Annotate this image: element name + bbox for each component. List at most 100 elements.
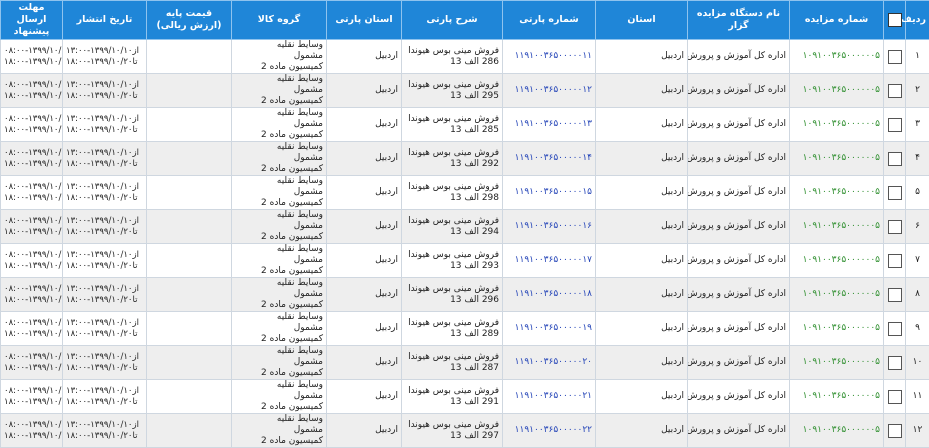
row-checkbox[interactable] (887, 253, 902, 268)
province: اردبیل (595, 209, 688, 244)
col-header-org[interactable]: نام دستگاه مزایده گزار (687, 0, 790, 40)
table-row[interactable]: ۳ ۱۰۹۱۰۰۳۶۵۰۰۰۰۰۰۵ اداره کل آموزش و پرور… (0, 107, 929, 142)
party-number[interactable]: ۱۱۹۱۰۰۳۶۵۰۰۰۰۰۱۷ (502, 243, 596, 278)
col-header-row-no[interactable]: ردیف (901, 0, 929, 40)
deadline-from: از۱۳۹۹/۱۰/۱۹-۰۸:۰۰ (4, 147, 62, 158)
deadline: از۱۳۹۹/۱۰/۱۹-۰۸:۰۰تا۱۳۹۹/۱۰/۲۰-۱۸:۰۰ (0, 141, 63, 176)
col-header-auction-no[interactable]: شماره مزایده (789, 0, 884, 40)
row-select-cell[interactable] (883, 345, 906, 380)
org-name: اداره کل آموزش و پرورش (687, 175, 790, 210)
row-number: ۱۱ (905, 379, 929, 414)
auction-number[interactable]: ۱۰۹۱۰۰۳۶۵۰۰۰۰۰۰۵ (789, 277, 884, 312)
table-row[interactable]: ۷ ۱۰۹۱۰۰۳۶۵۰۰۰۰۰۰۵ اداره کل آموزش و پرور… (0, 243, 929, 278)
auction-number[interactable]: ۱۰۹۱۰۰۳۶۵۰۰۰۰۰۰۵ (789, 141, 884, 176)
base-price (146, 243, 232, 278)
party-desc-line1: فروش مینی بوس هیوندا (408, 181, 499, 192)
row-checkbox[interactable] (887, 321, 902, 336)
select-all-checkbox[interactable] (887, 13, 902, 27)
party-number[interactable]: ۱۱۹۱۰۰۳۶۵۰۰۰۰۰۱۶ (502, 209, 596, 244)
row-select-cell[interactable] (883, 39, 906, 74)
row-checkbox[interactable] (887, 117, 902, 132)
party-number[interactable]: ۱۱۹۱۰۰۳۶۵۰۰۰۰۰۲۲ (502, 413, 596, 448)
auction-number[interactable]: ۱۰۹۱۰۰۳۶۵۰۰۰۰۰۰۵ (789, 39, 884, 74)
col-header-publish-date[interactable]: تاریخ انتشار (62, 0, 147, 40)
party-number[interactable]: ۱۱۹۱۰۰۳۶۵۰۰۰۰۰۱۴ (502, 141, 596, 176)
row-checkbox[interactable] (887, 355, 902, 370)
row-select-cell[interactable] (883, 277, 906, 312)
deadline: از۱۳۹۹/۱۰/۱۹-۰۸:۰۰تا۱۳۹۹/۱۰/۲۰-۱۸:۰۰ (0, 209, 63, 244)
auction-number[interactable]: ۱۰۹۱۰۰۳۶۵۰۰۰۰۰۰۵ (789, 413, 884, 448)
party-number[interactable]: ۱۱۹۱۰۰۳۶۵۰۰۰۰۰۱۹ (502, 311, 596, 346)
auction-number[interactable]: ۱۰۹۱۰۰۳۶۵۰۰۰۰۰۰۵ (789, 107, 884, 142)
table-row[interactable]: ۲ ۱۰۹۱۰۰۳۶۵۰۰۰۰۰۰۵ اداره کل آموزش و پرور… (0, 73, 929, 108)
deadline-to: تا۱۳۹۹/۱۰/۲۰-۱۸:۰۰ (4, 362, 62, 373)
col-header-goods-group[interactable]: گروه کالا (231, 0, 327, 40)
col-header-party-no[interactable]: شماره پارتی (502, 0, 596, 40)
row-select-cell[interactable] (883, 107, 906, 142)
org-name: اداره کل آموزش و پرورش (687, 243, 790, 278)
row-select-cell[interactable] (883, 73, 906, 108)
party-number[interactable]: ۱۱۹۱۰۰۳۶۵۰۰۰۰۰۱۱ (502, 39, 596, 74)
table-row[interactable]: ۶ ۱۰۹۱۰۰۳۶۵۰۰۰۰۰۰۵ اداره کل آموزش و پرور… (0, 209, 929, 244)
table-row[interactable]: ۹ ۱۰۹۱۰۰۳۶۵۰۰۰۰۰۰۵ اداره کل آموزش و پرور… (0, 311, 929, 346)
org-name: اداره کل آموزش و پرورش (687, 39, 790, 74)
auction-number[interactable]: ۱۰۹۱۰۰۳۶۵۰۰۰۰۰۰۵ (789, 73, 884, 108)
auction-number[interactable]: ۱۰۹۱۰۰۳۶۵۰۰۰۰۰۰۵ (789, 209, 884, 244)
auction-number[interactable]: ۱۰۹۱۰۰۳۶۵۰۰۰۰۰۰۵ (789, 311, 884, 346)
party-description: فروش مینی بوس هیوندا 293 الف 13 (401, 243, 503, 278)
col-header-province[interactable]: استان (595, 0, 688, 40)
row-checkbox[interactable] (887, 219, 902, 234)
deadline-to: تا۱۳۹۹/۱۰/۲۰-۱۸:۰۰ (4, 430, 62, 441)
publish-date: از۱۳۹۹/۱۰/۱۰-۱۳:۰۰ تا۱۳۹۹/۱۰/۲۰-۱۸:۰۰ (62, 311, 147, 346)
publish-from: از۱۳۹۹/۱۰/۱۰-۱۳:۰۰ (66, 317, 139, 328)
col-header-base-price[interactable]: قیمت پایه (ارزش ریالی) (146, 0, 232, 40)
table-row[interactable]: ۱۱ ۱۰۹۱۰۰۳۶۵۰۰۰۰۰۰۵ اداره کل آموزش و پرو… (0, 379, 929, 414)
party-number[interactable]: ۱۱۹۱۰۰۳۶۵۰۰۰۰۰۱۸ (502, 277, 596, 312)
party-number[interactable]: ۱۱۹۱۰۰۳۶۵۰۰۰۰۰۱۵ (502, 175, 596, 210)
table-row[interactable]: ۸ ۱۰۹۱۰۰۳۶۵۰۰۰۰۰۰۵ اداره کل آموزش و پرور… (0, 277, 929, 312)
party-number[interactable]: ۱۱۹۱۰۰۳۶۵۰۰۰۰۰۲۱ (502, 379, 596, 414)
row-select-cell[interactable] (883, 209, 906, 244)
row-checkbox[interactable] (887, 49, 902, 64)
col-header-party-province[interactable]: استان پارتی (326, 0, 402, 40)
table-row[interactable]: ۵ ۱۰۹۱۰۰۳۶۵۰۰۰۰۰۰۵ اداره کل آموزش و پرور… (0, 175, 929, 210)
party-desc-line2: 289 الف 13 (450, 328, 499, 339)
col-header-deadline[interactable]: مهلت ارسال پیشنهاد (0, 0, 63, 40)
party-number[interactable]: ۱۱۹۱۰۰۳۶۵۰۰۰۰۰۱۲ (502, 73, 596, 108)
row-checkbox[interactable] (887, 389, 902, 404)
auction-number[interactable]: ۱۰۹۱۰۰۳۶۵۰۰۰۰۰۰۵ (789, 243, 884, 278)
table-row[interactable]: ۱۲ ۱۰۹۱۰۰۳۶۵۰۰۰۰۰۰۵ اداره کل آموزش و پرو… (0, 413, 929, 448)
col-header-party-desc[interactable]: شرح پارتی (401, 0, 503, 40)
province: اردبیل (595, 243, 688, 278)
row-checkbox[interactable] (887, 287, 902, 302)
party-province: اردبیل (326, 413, 402, 448)
table-row[interactable]: ۱ ۱۰۹۱۰۰۳۶۵۰۰۰۰۰۰۵ اداره کل آموزش و پرور… (0, 39, 929, 74)
row-select-cell[interactable] (883, 141, 906, 176)
row-select-cell[interactable] (883, 243, 906, 278)
deadline-from: از۱۳۹۹/۱۰/۱۹-۰۸:۰۰ (4, 419, 62, 430)
row-select-cell[interactable] (883, 311, 906, 346)
row-select-cell[interactable] (883, 413, 906, 448)
goods-group: وسایط نقلیه مشمول کمیسیون ماده 2 (231, 311, 327, 346)
auction-number[interactable]: ۱۰۹۱۰۰۳۶۵۰۰۰۰۰۰۵ (789, 379, 884, 414)
party-number[interactable]: ۱۱۹۱۰۰۳۶۵۰۰۰۰۰۲۰ (502, 345, 596, 380)
row-checkbox[interactable] (887, 151, 902, 166)
row-select-cell[interactable] (883, 379, 906, 414)
table-row[interactable]: ۴ ۱۰۹۱۰۰۳۶۵۰۰۰۰۰۰۵ اداره کل آموزش و پرور… (0, 141, 929, 176)
party-description: فروش مینی بوس هیوندا 295 الف 13 (401, 73, 503, 108)
deadline-from: از۱۳۹۹/۱۰/۱۹-۰۸:۰۰ (4, 181, 62, 192)
party-desc-line2: 297 الف 13 (450, 430, 499, 441)
row-checkbox[interactable] (887, 83, 902, 98)
org-name: اداره کل آموزش و پرورش (687, 345, 790, 380)
goods-group-line1: وسایط نقلیه (276, 278, 323, 289)
party-number[interactable]: ۱۱۹۱۰۰۳۶۵۰۰۰۰۰۱۳ (502, 107, 596, 142)
party-desc-line1: فروش مینی بوس هیوندا (408, 113, 499, 124)
row-checkbox[interactable] (887, 423, 902, 438)
row-checkbox[interactable] (887, 185, 902, 200)
auction-number[interactable]: ۱۰۹۱۰۰۳۶۵۰۰۰۰۰۰۵ (789, 345, 884, 380)
table-row[interactable]: ۱۰ ۱۰۹۱۰۰۳۶۵۰۰۰۰۰۰۵ اداره کل آموزش و پرو… (0, 345, 929, 380)
row-select-cell[interactable] (883, 175, 906, 210)
auction-number[interactable]: ۱۰۹۱۰۰۳۶۵۰۰۰۰۰۰۵ (789, 175, 884, 210)
publish-date: از۱۳۹۹/۱۰/۱۰-۱۳:۰۰ تا۱۳۹۹/۱۰/۲۰-۱۸:۰۰ (62, 345, 147, 380)
party-description: فروش مینی بوس هیوندا 291 الف 13 (401, 379, 503, 414)
